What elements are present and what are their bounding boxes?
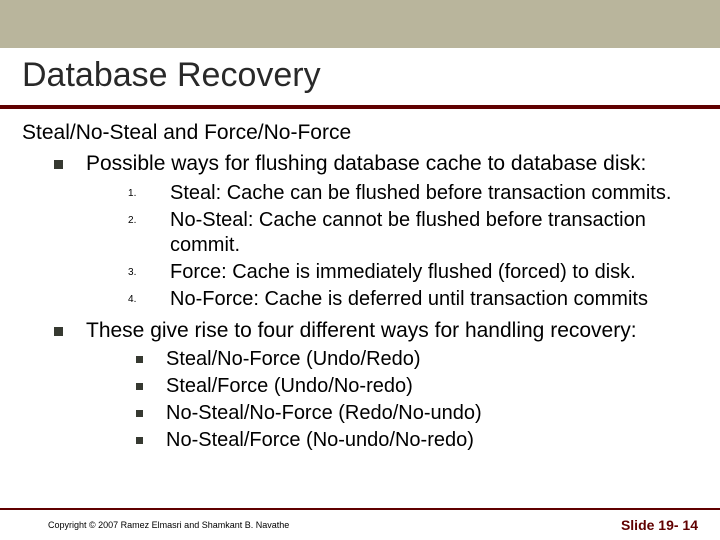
slide: Database Recovery Steal/No-Steal and For… bbox=[0, 0, 720, 540]
footer: Copyright © 2007 Ramez Elmasri and Shamk… bbox=[0, 508, 720, 540]
list-item: Force: Cache is immediately flushed (for… bbox=[128, 260, 696, 285]
bullet-text: Possible ways for flushing database cach… bbox=[86, 152, 646, 175]
content-area: Steal/No-Steal and Force/No-Force Possib… bbox=[0, 109, 720, 453]
list-item: Steal/No-Force (Undo/Redo) bbox=[126, 347, 696, 372]
bullet-text: These give rise to four different ways f… bbox=[86, 319, 637, 342]
list-item: No-Force: Cache is deferred until transa… bbox=[128, 287, 696, 312]
list-item: No-Steal: Cache cannot be flushed before… bbox=[128, 208, 696, 258]
list-item: Steal/Force (Undo/No-redo) bbox=[126, 374, 696, 399]
bullet-four-ways: These give rise to four different ways f… bbox=[52, 318, 696, 452]
content-subhead: Steal/No-Steal and Force/No-Force bbox=[22, 121, 696, 145]
decorative-top-band bbox=[0, 0, 720, 48]
sub-bullet-list: Steal/No-Force (Undo/Redo) Steal/Force (… bbox=[86, 347, 696, 453]
list-item: No-Steal/Force (No-undo/No-redo) bbox=[126, 428, 696, 453]
title-area: Database Recovery bbox=[0, 48, 720, 109]
slide-number: Slide 19- 14 bbox=[621, 517, 698, 533]
bullet-possible-ways: Possible ways for flushing database cach… bbox=[52, 151, 696, 312]
level1-list: Possible ways for flushing database cach… bbox=[22, 151, 696, 453]
copyright-text: Copyright © 2007 Ramez Elmasri and Shamk… bbox=[48, 520, 289, 530]
list-item: No-Steal/No-Force (Redo/No-undo) bbox=[126, 401, 696, 426]
slide-title: Database Recovery bbox=[22, 56, 720, 95]
ordered-list: Steal: Cache can be flushed before trans… bbox=[86, 181, 696, 312]
list-item: Steal: Cache can be flushed before trans… bbox=[128, 181, 696, 206]
